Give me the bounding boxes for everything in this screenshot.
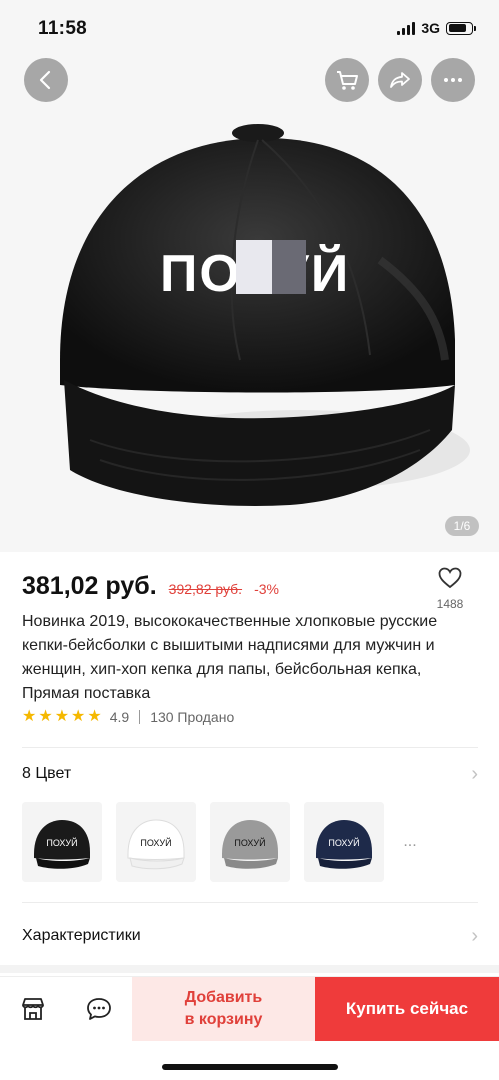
status-bar: 11:58 3G — [0, 0, 499, 56]
current-price: 381,02 руб. — [22, 572, 157, 600]
chat-icon — [87, 998, 111, 1020]
bottom-action-bar: Добавить в корзину Купить сейчас — [0, 976, 499, 1041]
more-icon — [444, 78, 462, 82]
back-arrow-icon — [39, 70, 51, 90]
share-icon — [390, 72, 410, 88]
rating-stars: ★ ★ ★ ★ ★ — [22, 709, 102, 725]
divider — [22, 902, 478, 903]
buy-now-button[interactable]: Купить сейчас — [315, 977, 499, 1041]
status-time: 11:58 — [38, 18, 88, 39]
add-to-cart-button[interactable]: Добавить в корзину — [132, 977, 315, 1041]
wishlist-button[interactable]: 1488 — [425, 566, 475, 611]
color-swatch-white[interactable]: ПОХУЙ — [116, 802, 196, 882]
cap-thumbnail: ПОХУЙ — [304, 802, 384, 882]
cap-thumbnail: ПОХУЙ — [116, 802, 196, 882]
more-button[interactable] — [431, 58, 475, 102]
cap-thumbnail: ПОХУЙ — [210, 802, 290, 882]
store-icon — [22, 998, 44, 1020]
cap-thumbnail: ПОХУЙ — [22, 802, 102, 882]
product-title: Новинка 2019, высококачественные хлопков… — [22, 613, 438, 702]
star-icon: ★ — [71, 708, 86, 725]
more-colors-indicator[interactable]: ... — [398, 833, 422, 851]
cap-thumbnail-text: ПОХУЙ — [46, 837, 77, 848]
cap-thumbnail-text: ПОХУЙ — [140, 837, 171, 848]
back-button[interactable] — [24, 58, 68, 102]
star-icon: ★ — [38, 708, 53, 725]
network-type: 3G — [421, 20, 440, 36]
cart-button[interactable] — [325, 58, 369, 102]
color-swatch-gray[interactable]: ПОХУЙ — [210, 802, 290, 882]
chevron-right-icon: › — [471, 924, 478, 947]
image-counter: 1/6 — [445, 516, 479, 536]
home-indicator — [162, 1064, 338, 1070]
section-gap — [0, 965, 499, 973]
signal-icon — [397, 21, 416, 35]
rating-row[interactable]: ★ ★ ★ ★ ★ 4.9 130 Продано — [22, 709, 235, 726]
divider — [22, 747, 478, 748]
status-indicators: 3G — [397, 20, 476, 36]
specifications-label: Характеристики — [22, 927, 141, 944]
price-row: 381,02 руб. 392,82 руб. -3% — [22, 572, 279, 601]
chat-button[interactable] — [66, 977, 132, 1041]
add-to-cart-label-line2: в корзину — [184, 1011, 263, 1028]
color-count-label: 8 Цвет — [22, 765, 72, 782]
old-price: 392,82 руб. — [168, 581, 243, 597]
star-icon: ★ — [54, 708, 70, 725]
battery-icon — [446, 21, 476, 35]
share-button[interactable] — [378, 58, 422, 102]
store-button[interactable] — [0, 977, 66, 1041]
discount-badge: -3% — [254, 581, 279, 597]
star-icon: ★ — [22, 708, 37, 725]
heart-icon — [438, 567, 462, 589]
censor-block — [236, 240, 306, 294]
color-selector-row[interactable]: 8 Цвет › — [22, 760, 478, 788]
color-swatch-black[interactable]: ПОХУЙ — [22, 802, 102, 882]
cart-icon — [337, 71, 358, 90]
color-swatch-navy[interactable]: ПОХУЙ — [304, 802, 384, 882]
sold-count: 130 Продано — [150, 709, 235, 725]
add-to-cart-label-line1: Добавить — [184, 989, 263, 1006]
cap-thumbnail-text: ПОХУЙ — [328, 837, 359, 848]
rating-value: 4.9 — [109, 709, 130, 725]
chevron-right-icon: › — [471, 762, 478, 785]
divider — [139, 710, 141, 724]
product-image-gallery[interactable]: ПОХУЙ 1/6 — [0, 0, 499, 552]
wishlist-count: 1488 — [436, 597, 464, 611]
star-icon: ★ — [87, 708, 102, 725]
specifications-row[interactable]: Характеристики › — [22, 922, 478, 950]
cap-thumbnail-text: ПОХУЙ — [234, 837, 265, 848]
color-swatches: ПОХУЙ ПОХУЙ ПОХУЙ ПОХУЙ ... — [22, 802, 422, 882]
